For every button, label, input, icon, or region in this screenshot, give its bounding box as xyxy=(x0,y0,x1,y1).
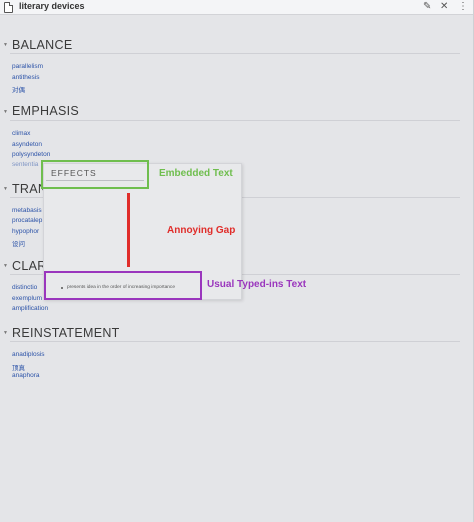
section-heading-reinstatement: REINSTATEMENT xyxy=(12,326,120,340)
link-shewen[interactable]: 设问 xyxy=(12,238,25,248)
link-sententia[interactable]: sententia xyxy=(12,161,38,168)
link-duiou[interactable]: 对偶 xyxy=(12,84,25,94)
link-exemplum[interactable]: exemplum xyxy=(12,295,42,302)
link-dingzhen[interactable]: 顶真 xyxy=(12,362,25,372)
link-hypophora[interactable]: hypophor xyxy=(12,228,39,235)
section-divider xyxy=(10,341,460,342)
document-title: literary devices xyxy=(19,1,85,11)
close-icon[interactable]: ✕ xyxy=(440,1,448,13)
typed-text-highlight-box xyxy=(44,271,202,300)
link-asyndeton[interactable]: asyndeton xyxy=(12,141,42,148)
document-icon xyxy=(4,2,13,13)
gap-annotation: Annoying Gap xyxy=(167,225,236,236)
pencil-icon[interactable]: ✎ xyxy=(423,1,431,13)
collapse-arrow-icon[interactable]: ▼ xyxy=(3,330,8,336)
section-divider xyxy=(10,120,460,121)
link-anaphora[interactable]: anaphora xyxy=(12,372,39,379)
embedded-text-annotation: Embedded Text xyxy=(159,168,233,179)
link-procatalepsis[interactable]: procatalep xyxy=(12,217,42,224)
link-antithesis[interactable]: antithesis xyxy=(12,74,39,81)
link-climax[interactable]: climax xyxy=(12,130,30,137)
more-options-icon[interactable]: ⋮ xyxy=(458,1,468,13)
link-amplification[interactable]: amplification xyxy=(12,305,48,312)
section-heading-emphasis: EMPHASIS xyxy=(12,104,79,118)
section-heading-clar: CLAR xyxy=(12,259,47,273)
embedded-text-highlight-box xyxy=(41,160,149,189)
section-heading-balance: BALANCE xyxy=(12,38,73,52)
collapse-arrow-icon[interactable]: ▼ xyxy=(3,109,8,115)
link-anadiplosis[interactable]: anadiplosis xyxy=(12,351,45,358)
link-metabasis[interactable]: metabasis xyxy=(12,207,42,214)
title-bar: literary devices ✎ ✕ ⋮ xyxy=(0,0,473,15)
gap-indicator-line xyxy=(127,193,130,267)
section-divider xyxy=(10,53,460,54)
collapse-arrow-icon[interactable]: ▼ xyxy=(3,42,8,48)
link-parallelism[interactable]: parallelism xyxy=(12,63,43,70)
collapse-arrow-icon[interactable]: ▼ xyxy=(3,186,8,192)
link-polysyndeton[interactable]: polysyndeton xyxy=(12,151,50,158)
link-distinctio[interactable]: distinctio xyxy=(12,284,37,291)
collapse-arrow-icon[interactable]: ▼ xyxy=(3,263,8,269)
typed-text-annotation: Usual Typed-ins Text xyxy=(207,279,307,290)
